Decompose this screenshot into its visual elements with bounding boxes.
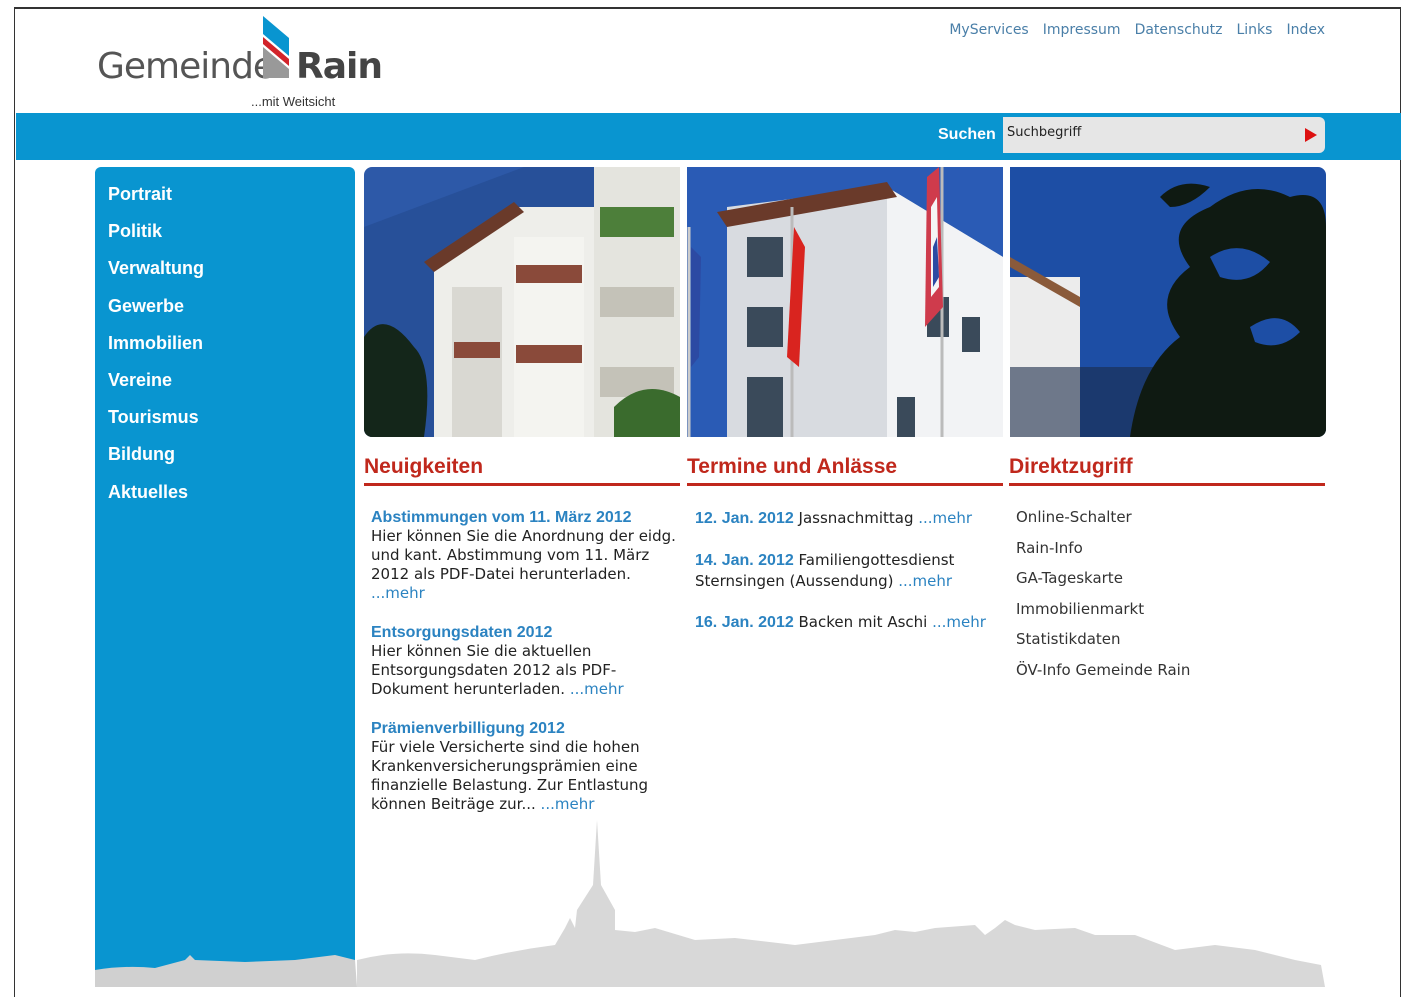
- top-link-myservices[interactable]: MyServices: [949, 22, 1028, 38]
- event-item: 16. Jan. 2012 Backen mit Aschi ...mehr: [695, 612, 995, 633]
- direct-link-oev-info[interactable]: ÖV-Info Gemeinde Rain: [1016, 661, 1190, 692]
- top-links: MyServices Impressum Datenschutz Links I…: [949, 22, 1325, 38]
- search-label: Suchen: [938, 126, 996, 143]
- news-body: Für viele Versicherte sind die hohen Kra…: [371, 738, 676, 814]
- search-box: [1003, 117, 1325, 153]
- nav-item-tourismus[interactable]: Tourismus: [108, 406, 204, 443]
- nav-item-immobilien[interactable]: Immobilien: [108, 332, 204, 369]
- nav-item-verwaltung[interactable]: Verwaltung: [108, 257, 204, 294]
- nav-item-vereine[interactable]: Vereine: [108, 369, 204, 406]
- news-title-abstimmungen[interactable]: Abstimmungen vom 11. März 2012: [371, 508, 676, 527]
- search-input[interactable]: [1007, 121, 1287, 143]
- top-link-index[interactable]: Index: [1286, 22, 1325, 38]
- event-more-link[interactable]: ...mehr: [898, 572, 952, 590]
- hero-image-apartment-building: [364, 167, 680, 437]
- hero-image-tree-silhouette: [1010, 167, 1326, 437]
- news-title-entsorgungsdaten[interactable]: Entsorgungsdaten 2012: [371, 623, 676, 642]
- hero-images: [364, 167, 1326, 437]
- top-link-impressum[interactable]: Impressum: [1043, 22, 1121, 38]
- nav-item-gewerbe[interactable]: Gewerbe: [108, 295, 204, 332]
- news-list: Abstimmungen vom 11. März 2012 Hier könn…: [371, 508, 676, 834]
- events-list: 12. Jan. 2012 Jassnachmittag ...mehr 14.…: [695, 508, 995, 654]
- news-body: Hier können Sie die aktuellen Entsorgung…: [371, 642, 676, 699]
- nav-item-portrait[interactable]: Portrait: [108, 183, 204, 220]
- direct-link-ga-tageskarte[interactable]: GA-Tageskarte: [1016, 569, 1190, 600]
- news-text: Für viele Versicherte sind die hohen Kra…: [371, 738, 649, 813]
- event-item: 14. Jan. 2012 Familiengottesdienst Stern…: [695, 550, 995, 591]
- event-item: 12. Jan. 2012 Jassnachmittag ...mehr: [695, 508, 995, 529]
- top-link-links[interactable]: Links: [1236, 22, 1272, 38]
- news-body: Hier können Sie die Anordnung der eidg. …: [371, 527, 676, 603]
- direct-link-rain-info[interactable]: Rain-Info: [1016, 539, 1190, 570]
- hero-image-town-hall-flags: [687, 167, 1003, 437]
- news-more-link[interactable]: ...mehr: [570, 680, 624, 698]
- news-more-link[interactable]: ...mehr: [371, 584, 425, 602]
- event-more-link[interactable]: ...mehr: [932, 613, 986, 631]
- direct-link-statistikdaten[interactable]: Statistikdaten: [1016, 630, 1190, 661]
- village-skyline-graphic: [95, 820, 1325, 987]
- logo-flag-icon: [263, 16, 289, 78]
- section-title-direct: Direktzugriff: [1009, 455, 1325, 486]
- top-link-datenschutz[interactable]: Datenschutz: [1135, 22, 1223, 38]
- event-date[interactable]: 12. Jan. 2012: [695, 510, 794, 527]
- event-more-link[interactable]: ...mehr: [918, 509, 972, 527]
- direct-link-immobilienmarkt[interactable]: Immobilienmarkt: [1016, 600, 1190, 631]
- event-text: Backen mit Aschi: [793, 613, 933, 631]
- news-item: Abstimmungen vom 11. März 2012 Hier könn…: [371, 508, 676, 603]
- news-text: Hier können Sie die Anordnung der eidg. …: [371, 527, 676, 583]
- event-date[interactable]: 14. Jan. 2012: [695, 552, 794, 569]
- section-title-news: Neuigkeiten: [364, 455, 680, 486]
- direct-links: Online-Schalter Rain-Info GA-Tageskarte …: [1016, 508, 1190, 691]
- event-text: Jassnachmittag: [793, 509, 919, 527]
- news-title-praemienverbilligung[interactable]: Prämienverbilligung 2012: [371, 719, 676, 738]
- logo[interactable]: Gemeinde Rain ...mit Weitsicht: [97, 14, 387, 114]
- main-nav: Portrait Politik Verwaltung Gewerbe Immo…: [108, 183, 204, 518]
- nav-item-politik[interactable]: Politik: [108, 220, 204, 257]
- logo-word-gemeinde: Gemeinde: [97, 46, 275, 87]
- search-submit-arrow-icon[interactable]: [1305, 128, 1317, 142]
- news-item: Prämienverbilligung 2012 Für viele Versi…: [371, 719, 676, 814]
- event-date[interactable]: 16. Jan. 2012: [695, 614, 794, 631]
- direct-link-online-schalter[interactable]: Online-Schalter: [1016, 508, 1190, 539]
- nav-item-bildung[interactable]: Bildung: [108, 443, 204, 480]
- logo-word-rain: Rain: [296, 46, 383, 87]
- nav-item-aktuelles[interactable]: Aktuelles: [108, 481, 204, 518]
- logo-tagline: ...mit Weitsicht: [251, 94, 336, 109]
- section-title-events: Termine und Anlässe: [687, 455, 1003, 486]
- news-item: Entsorgungsdaten 2012 Hier können Sie di…: [371, 623, 676, 699]
